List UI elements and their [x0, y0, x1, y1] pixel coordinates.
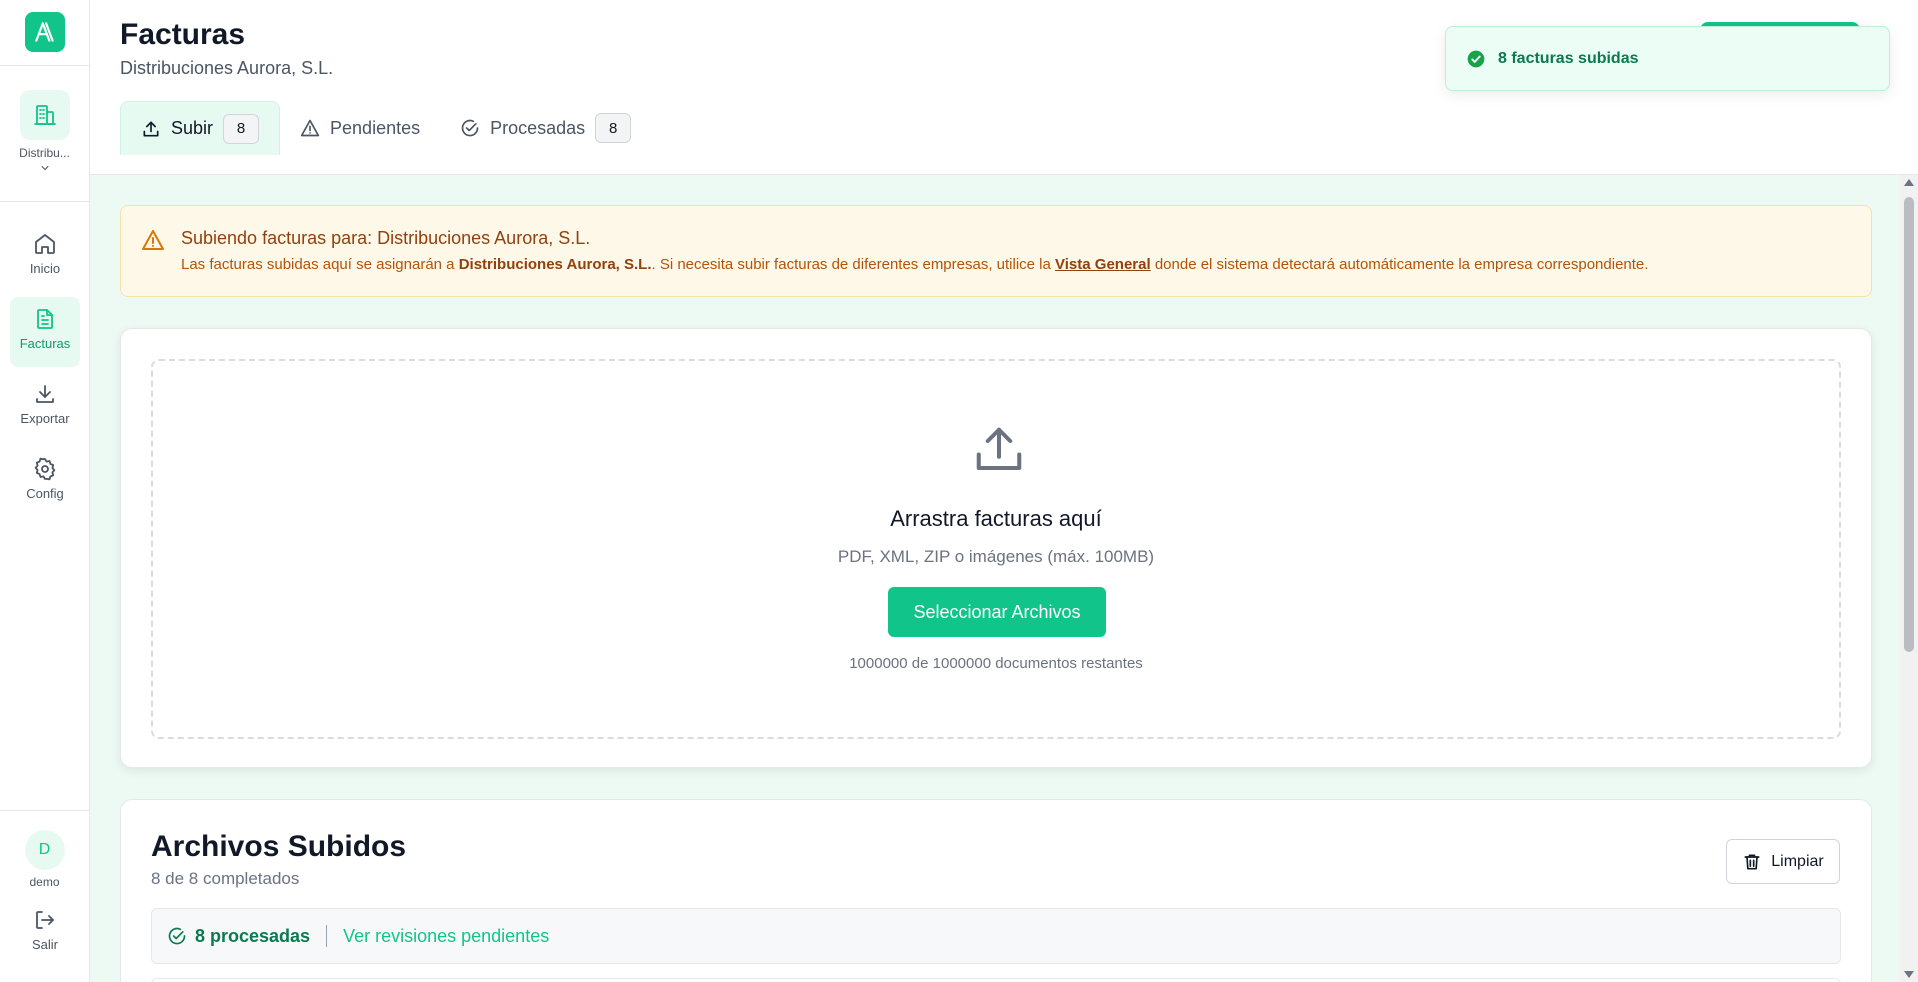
sidebar-divider	[0, 810, 89, 811]
tab-label: Subir	[171, 118, 214, 138]
sidebar-item-exportar[interactable]: Exportar	[10, 372, 80, 442]
company-selector-label: Distribu...	[19, 146, 70, 160]
sidebar-item-label: Facturas	[19, 336, 71, 351]
logo-icon[interactable]	[25, 12, 65, 52]
select-files-button[interactable]: Seleccionar Archivos	[888, 587, 1106, 637]
page-subtitle: Distribuciones Aurora, S.L.	[120, 58, 334, 78]
clear-button[interactable]: Limpiar	[1726, 839, 1840, 884]
user-menu[interactable]: D demo	[0, 830, 89, 889]
dropzone[interactable]: Arrastra facturas aquí PDF, XML, ZIP o i…	[151, 359, 1841, 739]
download-icon	[36, 385, 54, 403]
chevron-down-icon	[41, 166, 48, 171]
check-circle-icon	[1467, 50, 1485, 67]
tab-procesadas[interactable]: Procesadas 8	[440, 101, 651, 155]
logout-label: Salir	[31, 937, 58, 952]
documents-remaining: 1000000 de 1000000 documentos restantes	[849, 655, 1143, 672]
check-circle-icon	[461, 119, 479, 137]
main-scrollbar[interactable]	[1900, 175, 1918, 982]
tab-subir[interactable]: Subir 8	[120, 101, 281, 155]
processed-count: 8 procesadas	[195, 925, 311, 946]
file-list-row	[151, 978, 1841, 982]
trash-icon	[1744, 854, 1760, 869]
summary-divider	[326, 925, 328, 947]
user-name: demo	[29, 875, 60, 889]
sidebar-item-label: Inicio	[29, 261, 61, 276]
scrollbar-thumb[interactable]	[1904, 197, 1914, 652]
upload-icon	[976, 427, 1022, 471]
sidebar-item-label: Config	[26, 486, 64, 501]
dropzone-formats: PDF, XML, ZIP o imágenes (máx. 100MB)	[837, 547, 1155, 566]
sidebar-item-facturas[interactable]: Facturas	[10, 297, 80, 367]
logout-button[interactable]: Salir	[10, 908, 80, 952]
company-selector[interactable]: Distribu...	[0, 90, 89, 174]
alert-body-suffix: donde el sistema detectará automáticamen…	[1150, 256, 1649, 273]
sidebar-item-config[interactable]: Config	[10, 447, 80, 517]
check-circle-icon	[168, 927, 186, 945]
gear-icon	[34, 457, 56, 481]
tab-label: Pendientes	[330, 117, 421, 138]
company-alert: Subiendo facturas para: Distribuciones A…	[120, 205, 1872, 297]
uploaded-files-card: Archivos Subidos 8 de 8 completados Limp…	[120, 799, 1872, 982]
alert-body: Las facturas subidas aquí se asignarán a…	[181, 256, 1648, 273]
upload-icon	[143, 121, 159, 136]
sidebar: Distribu... Inicio Facturas Exportar Con…	[0, 0, 90, 982]
vista-general-link[interactable]: Vista General	[1055, 256, 1151, 273]
scroll-up-icon[interactable]	[1904, 179, 1914, 186]
tab-label: Procesadas	[490, 117, 586, 138]
uploaded-files-subtitle: 8 de 8 completados	[151, 869, 300, 888]
uploaded-files-title: Archivos Subidos	[151, 830, 407, 863]
upload-card: Arrastra facturas aquí PDF, XML, ZIP o i…	[120, 328, 1872, 768]
sidebar-divider	[0, 65, 89, 66]
toast-message: 8 facturas subidas	[1498, 49, 1639, 67]
warning-icon	[142, 230, 164, 250]
tab-count-badge: 8	[223, 113, 260, 144]
sidebar-divider	[0, 201, 89, 202]
success-toast: 8 facturas subidas	[1445, 26, 1890, 91]
warning-icon	[300, 119, 320, 137]
home-icon	[35, 234, 55, 254]
alert-body-company: Distribuciones Aurora, S.L.	[458, 256, 652, 273]
alert-title: Subiendo facturas para: Distribuciones A…	[181, 228, 591, 248]
tab-pendientes[interactable]: Pendientes	[280, 101, 440, 155]
building-icon	[19, 90, 70, 140]
pending-reviews-link[interactable]: Ver revisiones pendientes	[343, 926, 549, 947]
processing-summary: 8 procesadas Ver revisiones pendientes	[151, 908, 1841, 964]
main-content: Subiendo facturas para: Distribuciones A…	[90, 175, 1900, 982]
document-icon	[37, 309, 53, 329]
tab-bar: Subir 8 Pendientes Procesadas 8	[120, 101, 651, 155]
dropzone-title: Arrastra facturas aquí	[890, 506, 1102, 531]
alert-body-prefix: Las facturas subidas aquí se asignarán a	[181, 256, 459, 273]
tab-count-badge: 8	[595, 113, 632, 143]
scroll-down-icon[interactable]	[1904, 971, 1914, 978]
avatar: D	[24, 830, 65, 870]
sidebar-item-label: Exportar	[20, 411, 70, 426]
clear-button-label: Limpiar	[1771, 852, 1824, 870]
logout-icon	[36, 911, 54, 929]
alert-body-middle: . Si necesita subir facturas de diferent…	[651, 256, 1056, 273]
page-title: Facturas	[120, 18, 246, 51]
sidebar-item-inicio[interactable]: Inicio	[10, 222, 80, 292]
